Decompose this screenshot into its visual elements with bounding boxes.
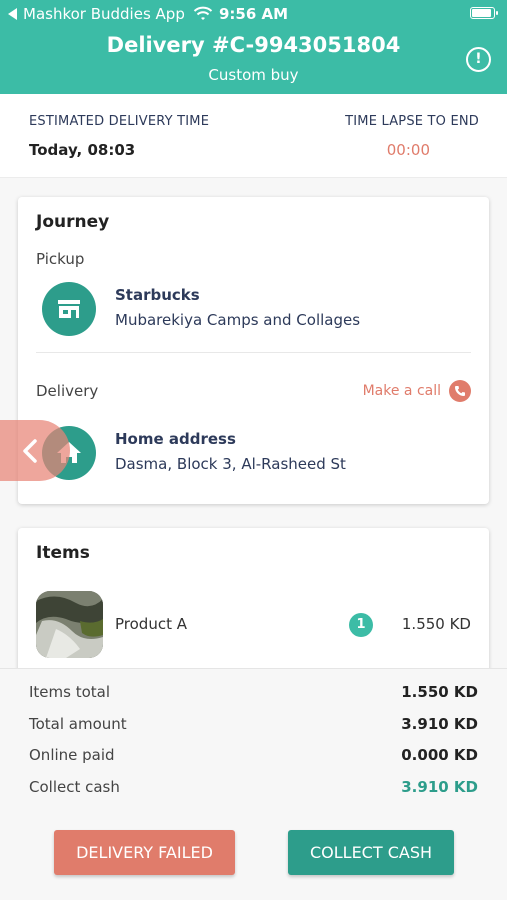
info-icon[interactable]: ! [466,47,491,72]
summary-value: 0.000 KD [401,746,478,764]
items-card: Items Product A 1 1.550 KD [18,528,489,678]
pickup-address: Mubarekiya Camps and Collages [115,311,361,329]
product-image [36,591,103,658]
phone-icon [449,380,471,402]
estimated-time-value: Today, 08:03 [29,141,136,159]
quantity-badge: 1 [349,613,373,637]
delivery-name: Home address [115,430,236,448]
time-lapse-value: 00:00 [386,141,430,159]
collect-cash-button[interactable]: COLLECT CASH [288,830,454,875]
store-icon [42,282,96,336]
summary-value: 3.910 KD [401,778,478,796]
summary-row-total-amount: Total amount 3.910 KD [29,715,478,733]
divider [36,352,471,353]
summary-row-items-total: Items total 1.550 KD [29,683,478,701]
status-time: 9:56 AM [218,5,289,23]
side-drawer-toggle[interactable] [0,420,70,481]
page-subtitle: Custom buy [208,66,299,84]
make-call-button[interactable]: Make a call [363,380,471,402]
pickup-label: Pickup [36,250,85,268]
summary-value: 1.550 KD [401,683,478,701]
delivery-failed-button[interactable]: DELIVERY FAILED [54,830,235,875]
summary-row-online-paid: Online paid 0.000 KD [29,746,478,764]
make-call-label: Make a call [362,383,441,399]
delivery-address: Dasma, Block 3, Al-Rasheed St [115,455,346,473]
summary-label: Collect cash [29,778,120,796]
product-name: Product A [115,615,187,633]
time-lapse-label: TIME LAPSE TO END [345,114,479,129]
product-price: 1.550 KD [401,615,471,633]
pickup-name: Starbucks [115,286,200,304]
summary-row-collect-cash: Collect cash 3.910 KD [29,778,478,796]
journey-title: Journey [36,212,110,232]
summary-label: Total amount [29,715,127,733]
page-title: Delivery #C-9943051804 [106,33,401,57]
estimated-time-label: ESTIMATED DELIVERY TIME [29,114,210,129]
app-header: Mashkor Buddies App 9:56 AM Delivery #C-… [0,0,507,94]
items-title: Items [36,543,90,563]
delivery-label: Delivery [36,382,99,400]
chevron-left-icon [23,439,37,463]
battery-icon [470,7,498,19]
summary-label: Items total [29,683,111,701]
status-bar: Mashkor Buddies App 9:56 AM [0,4,507,24]
delivery-estimate: ESTIMATED DELIVERY TIME Today, 08:03 TIM… [0,94,507,178]
summary-label: Online paid [29,746,115,764]
journey-card: Journey Pickup Starbucks Mubarekiya Camp… [18,197,489,504]
summary-value: 3.910 KD [401,715,478,733]
